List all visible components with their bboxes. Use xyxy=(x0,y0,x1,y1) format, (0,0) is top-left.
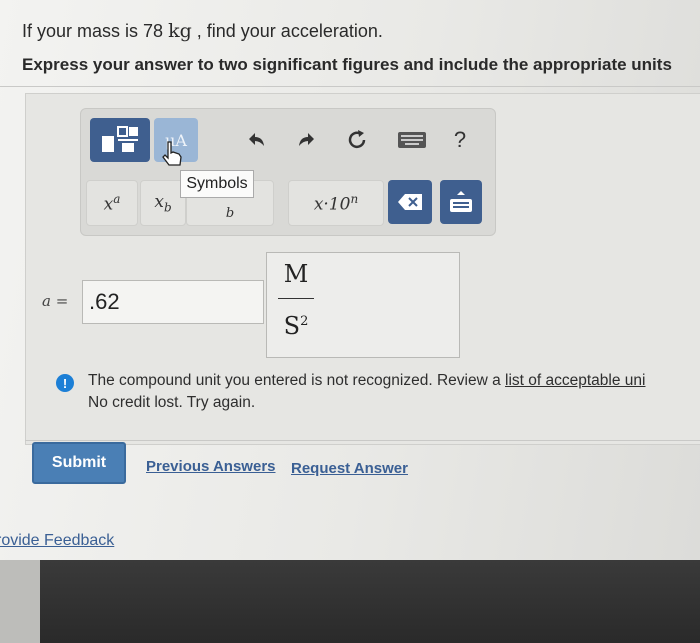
backspace-button[interactable] xyxy=(388,180,432,224)
symbols-tooltip: Symbols xyxy=(180,170,254,198)
backspace-icon xyxy=(398,194,422,210)
redo-button[interactable] xyxy=(287,122,327,158)
unit-numerator: M xyxy=(283,260,309,288)
superscript-button[interactable]: xa xyxy=(86,180,138,226)
templates-icon xyxy=(102,126,138,152)
divider xyxy=(25,440,700,441)
scientific-notation-label: x·10n xyxy=(313,191,359,215)
provide-feedback-link[interactable]: rovide Feedback xyxy=(0,532,114,550)
scientific-notation-button[interactable]: x·10n xyxy=(288,180,384,226)
subscript-label: xb xyxy=(154,191,172,215)
keyboard-toggle-icon xyxy=(450,191,472,212)
undo-button[interactable] xyxy=(236,122,276,158)
unit-fraction: M S2 xyxy=(278,256,314,343)
reset-icon xyxy=(348,130,366,149)
feedback-credit-note: No credit lost. Try again. xyxy=(88,394,256,411)
keyboard-button[interactable] xyxy=(390,122,434,158)
help-icon: ? xyxy=(453,127,467,152)
keyboard-icon xyxy=(398,132,426,148)
submit-button[interactable]: Submit xyxy=(32,442,126,484)
previous-answers-link[interactable]: Previous Answers xyxy=(146,458,276,475)
redo-icon xyxy=(299,133,314,146)
hand-cursor-icon xyxy=(162,141,182,166)
templates-button[interactable] xyxy=(90,118,150,162)
keyboard-toggle-button[interactable] xyxy=(440,180,482,224)
fraction-bar xyxy=(278,298,314,299)
request-answer-link[interactable]: Request Answer xyxy=(291,460,408,477)
variable-label: a = xyxy=(42,292,69,310)
question-page: If your mass is 78 kg , find your accele… xyxy=(0,0,700,560)
unit-denominator: S2 xyxy=(283,312,309,340)
bottom-bar xyxy=(0,560,700,643)
help-button[interactable]: ? xyxy=(440,120,480,160)
acceptable-units-link[interactable]: list of acceptable uni xyxy=(505,372,645,389)
symbols-sub-label: b xyxy=(225,205,235,221)
mass-unit: kg xyxy=(168,20,192,42)
undo-icon xyxy=(249,133,264,146)
divider xyxy=(0,86,700,87)
info-icon: ! xyxy=(56,374,74,392)
question-text: If your mass is 78 kg , find your accele… xyxy=(22,20,383,42)
bottom-left-area xyxy=(0,560,40,643)
instruction-text: Express your answer to two significant f… xyxy=(22,55,672,74)
value-input[interactable]: .62 xyxy=(82,280,264,324)
superscript-label: xa xyxy=(103,191,121,215)
feedback-message: The compound unit you entered is not rec… xyxy=(88,372,646,389)
reset-button[interactable] xyxy=(335,120,379,160)
